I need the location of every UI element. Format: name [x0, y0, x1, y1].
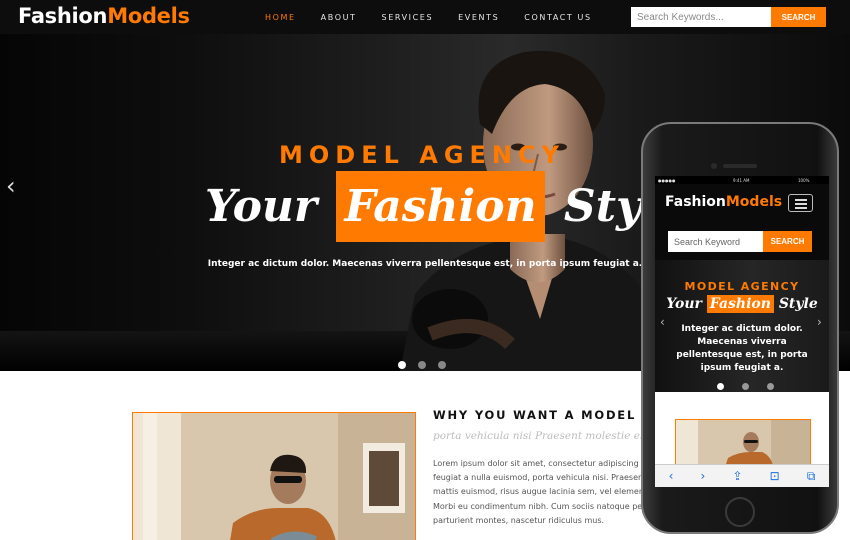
share-icon[interactable]: ⇪ — [732, 469, 742, 483]
mobile-prev-arrow[interactable]: ‹ — [660, 315, 665, 329]
mobile-title-style: Style — [778, 296, 818, 312]
hero-title-your: Your — [205, 181, 318, 232]
mobile-slide-dot-3[interactable] — [767, 383, 774, 390]
phone-status-bar: ●●●●● 9:41 AM 100% — [655, 176, 829, 184]
hamburger-menu-icon[interactable] — [788, 194, 813, 212]
nav-about[interactable]: ABOUT — [321, 13, 357, 22]
main-nav: HOME ABOUT SERVICES EVENTS CONTACT US — [265, 13, 617, 22]
phone-home-button — [725, 497, 755, 527]
mobile-logo[interactable]: FashionModels — [665, 194, 782, 210]
phone-mockup: ●●●●● 9:41 AM 100% FashionModels SEARCH … — [641, 122, 839, 534]
about-heading: WHY YOU WANT A MODEL ? — [433, 408, 651, 422]
nav-contact[interactable]: CONTACT US — [524, 13, 591, 22]
mobile-hero-kicker: MODEL AGENCY — [684, 280, 800, 293]
about-model-photo — [132, 412, 416, 540]
mobile-hero-title: Your Fashion Style — [655, 295, 829, 313]
battery-level: 100% — [798, 178, 810, 183]
mobile-title-your: Your — [666, 296, 702, 312]
mobile-logo-models: Models — [725, 194, 783, 210]
hero-slide-dots — [398, 361, 458, 369]
phone-camera — [711, 163, 717, 169]
phone-speaker — [723, 164, 757, 168]
hero-prev-arrow[interactable]: ‹ — [6, 172, 16, 200]
mobile-slide-dots — [717, 383, 792, 390]
phone-screen: ●●●●● 9:41 AM 100% FashionModels SEARCH … — [655, 176, 829, 487]
browser-back-icon[interactable]: ‹ — [669, 469, 674, 483]
about-tagline: porta vehicula nisi Praesent molestie el… — [433, 430, 655, 442]
slide-dot-1[interactable] — [398, 361, 406, 369]
site-logo[interactable]: FashionModels — [18, 4, 190, 28]
logo-text-models: Models — [107, 4, 190, 28]
mobile-model-photo — [675, 419, 811, 469]
mobile-hero: MODEL AGENCY Your Fashion Style Integer … — [655, 260, 829, 392]
nav-home[interactable]: HOME — [265, 13, 296, 22]
browser-toolbar: ‹ › ⇪ ⊡ ⧉ — [655, 464, 829, 487]
mobile-slide-dot-2[interactable] — [742, 383, 749, 390]
search-button[interactable]: SEARCH — [771, 7, 826, 27]
bookmarks-icon[interactable]: ⊡ — [770, 469, 780, 483]
slide-dot-3[interactable] — [438, 361, 446, 369]
top-navbar: FashionModels HOME ABOUT SERVICES EVENTS… — [0, 0, 850, 34]
mobile-hero-subtitle: Integer ac dictum dolor. Maecenas viverr… — [676, 324, 808, 373]
nav-services[interactable]: SERVICES — [382, 13, 434, 22]
mobile-title-highlight: Fashion — [706, 295, 774, 313]
mobile-next-arrow[interactable]: › — [817, 315, 822, 329]
mobile-search-button[interactable]: SEARCH — [763, 231, 812, 252]
search-input[interactable] — [631, 7, 771, 27]
mobile-slide-dot-1[interactable] — [717, 383, 724, 390]
signal-icon: ●●●●● — [658, 178, 676, 183]
mobile-logo-fashion: Fashion — [665, 194, 726, 210]
hero-title: Your Fashion Style — [205, 171, 686, 251]
hero-title-highlight: Fashion — [336, 171, 545, 242]
status-time: 9:41 AM — [733, 178, 750, 183]
nav-events[interactable]: EVENTS — [458, 13, 499, 22]
mobile-search-input[interactable] — [668, 231, 763, 252]
browser-forward-icon[interactable]: › — [701, 469, 706, 483]
slide-dot-2[interactable] — [418, 361, 426, 369]
about-body-text: Lorem ipsum dolor sit amet, consectetur … — [433, 459, 648, 525]
logo-text-fashion: Fashion — [18, 4, 108, 28]
tabs-icon[interactable]: ⧉ — [807, 469, 816, 484]
